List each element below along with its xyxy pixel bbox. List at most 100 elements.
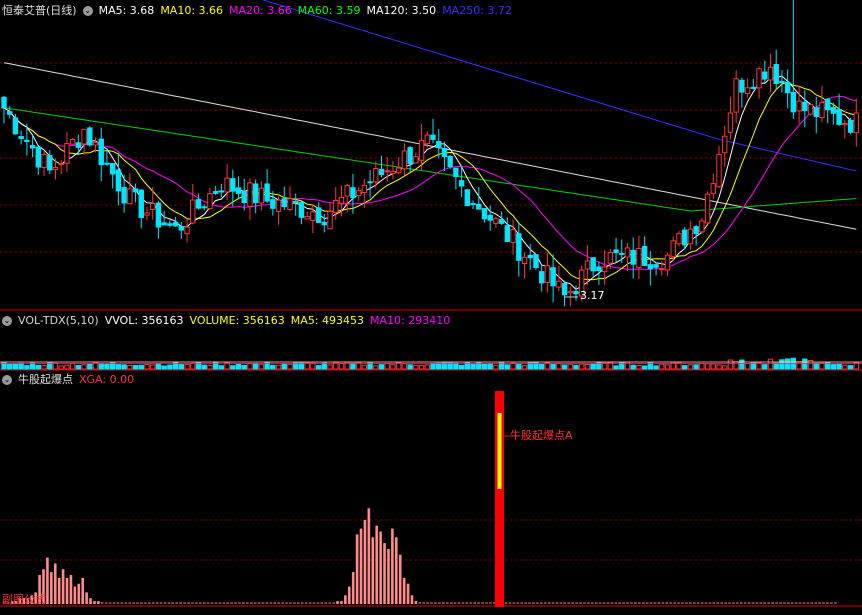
candle-body — [476, 203, 482, 210]
volume-bar — [7, 363, 13, 370]
indicator-bar — [383, 543, 386, 604]
volume-bar — [321, 362, 328, 370]
candle-body — [567, 290, 573, 294]
chevron-down-icon[interactable]: ⌄ — [2, 316, 12, 326]
candle-body — [813, 107, 819, 118]
candle-body — [762, 71, 768, 80]
candle-body — [69, 139, 76, 145]
period-label: (日线) — [46, 4, 77, 17]
candle-body — [596, 266, 602, 272]
volume-bar — [167, 364, 173, 370]
signal-label: 牛股起爆点A — [510, 429, 573, 442]
volume-bar — [561, 364, 568, 370]
candle-body — [224, 177, 230, 193]
candle-body — [756, 68, 762, 89]
chevron-down-icon[interactable]: ⌄ — [2, 375, 12, 385]
candle-body — [647, 264, 654, 270]
volume-bar — [779, 359, 785, 370]
volume-bar — [493, 364, 499, 370]
volume-bar — [470, 363, 476, 370]
candle-body — [98, 138, 104, 166]
candle-body — [373, 167, 379, 183]
indicator-bar — [85, 592, 88, 604]
candle-body — [64, 143, 70, 164]
stock-name[interactable]: 恒泰艾普 — [2, 4, 46, 17]
candle-body — [81, 128, 87, 145]
candle-body — [384, 170, 390, 173]
volume-bar — [613, 365, 619, 370]
candle-body — [842, 122, 848, 126]
indicator-bar — [336, 601, 339, 604]
indicator-bar — [93, 601, 96, 604]
candle-body — [493, 218, 499, 225]
indicator-bar — [61, 569, 65, 604]
volume-bar — [64, 364, 70, 370]
candle-body — [521, 256, 528, 264]
candle-body — [722, 135, 728, 154]
volume-bar — [556, 363, 562, 370]
volume-bar — [458, 364, 465, 370]
indicator-bar — [53, 563, 57, 604]
volume-bar — [521, 365, 528, 370]
volume-bar — [29, 362, 36, 370]
volume-bar — [590, 363, 596, 370]
candle-body — [693, 226, 699, 235]
candle-body — [739, 79, 745, 93]
candle-body — [418, 140, 425, 161]
candle-body — [653, 264, 659, 268]
volume-bar — [384, 363, 390, 370]
candle-body — [538, 271, 545, 284]
formula-corner-label[interactable]: 副图公式 — [2, 593, 46, 607]
volume-bar — [275, 364, 282, 370]
indicator-bar — [89, 598, 92, 604]
indicator-name[interactable]: 牛股起爆点 — [18, 373, 73, 386]
indicator-bar — [69, 575, 73, 604]
volume-bar — [281, 363, 287, 370]
candle-body — [533, 254, 539, 269]
volume-bar — [390, 364, 396, 370]
volume-bar — [138, 364, 144, 370]
candle-body — [298, 202, 305, 218]
candle-body — [47, 155, 53, 171]
volume-bar — [447, 362, 453, 370]
indicator-header: ⌄ 牛股起爆点 XGA: 0.00 — [2, 373, 140, 387]
candle-body — [464, 189, 471, 207]
candle-body — [516, 233, 522, 261]
candle-body — [1, 96, 7, 109]
candle-body — [264, 183, 270, 202]
indicator-bar — [359, 528, 363, 604]
volume-bar — [802, 358, 808, 370]
volume-bar — [218, 365, 225, 370]
candle-body — [458, 180, 465, 187]
volume-bar — [584, 363, 591, 370]
volume-bar — [653, 365, 659, 370]
volume-bar — [722, 365, 728, 370]
chart-canvas[interactable] — [0, 0, 862, 615]
candle-body — [218, 190, 225, 193]
candle-body — [716, 154, 722, 188]
main-header: 恒泰艾普(日线) ⌄ MA5: 3.68 MA10: 3.66 MA20: 3.66 MA… — [2, 4, 524, 18]
candle-body — [670, 240, 676, 258]
volume-bar — [52, 362, 59, 370]
indicator-bar — [81, 577, 84, 604]
candle-body — [441, 148, 448, 158]
candle-body — [18, 136, 24, 140]
chevron-down-icon[interactable]: ⌄ — [82, 6, 93, 16]
volume-bar — [18, 362, 24, 370]
volume-bar — [155, 363, 162, 370]
candle-body — [241, 190, 247, 203]
indicator-bar — [414, 601, 418, 604]
candle-body — [270, 199, 276, 209]
candle-body — [321, 221, 328, 226]
candle-body — [853, 112, 859, 134]
volume-bar — [81, 364, 87, 370]
candle-body — [92, 142, 99, 146]
volume-bar — [184, 363, 190, 370]
candle-body — [7, 111, 13, 115]
candle-body — [807, 104, 814, 115]
candle-body — [607, 252, 614, 264]
volume-bar — [24, 365, 30, 370]
candle-body — [333, 199, 339, 213]
volume-bar — [75, 365, 82, 370]
indicator-bar — [347, 586, 351, 604]
